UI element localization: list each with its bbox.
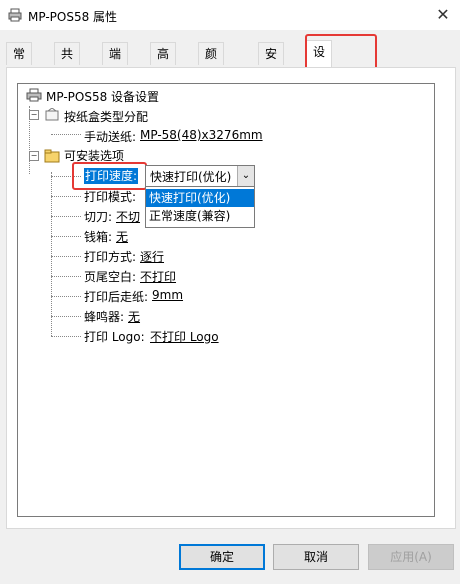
chevron-down-icon[interactable]: ⌄: [237, 166, 254, 186]
feed-after-print-value[interactable]: 9mm: [152, 288, 183, 302]
print-method-value[interactable]: 逐行: [140, 248, 164, 265]
tab-general[interactable]: 常规: [6, 42, 33, 83]
printer-icon: [26, 88, 42, 102]
tree-line: [51, 256, 81, 257]
print-method-label: 打印方式:: [84, 250, 137, 264]
options-folder-icon: [44, 149, 60, 163]
paper-tray-icon: [45, 108, 59, 121]
title-bar: MP-POS58 属性 ✕: [0, 0, 460, 30]
print-logo-label: 打印 Logo:: [84, 330, 145, 344]
tab-color-management[interactable]: 颜色管理: [198, 42, 225, 127]
tree-line: [51, 134, 81, 135]
tree-line: [51, 316, 81, 317]
print-speed-select[interactable]: 快速打印(优化) ⌄: [145, 165, 255, 187]
footer-blank-label: 页尾空白:: [84, 270, 137, 284]
ok-button[interactable]: 确定: [179, 544, 265, 570]
tree-line: [51, 196, 81, 197]
tab-advanced[interactable]: 高级: [150, 42, 177, 83]
collapse-icon[interactable]: −: [29, 110, 39, 120]
tree-paper-group: 按纸盒类型分配: [64, 110, 149, 124]
printer-icon: [8, 8, 22, 22]
tab-security[interactable]: 安全: [258, 42, 285, 83]
cutter-value[interactable]: 不切: [116, 208, 140, 225]
tree-line: [51, 276, 81, 277]
annotation-box-speed: [72, 162, 147, 190]
tree-line: [51, 336, 81, 337]
tree-line: [51, 296, 81, 297]
dropdown-option-normal[interactable]: 正常速度(兼容): [146, 207, 254, 225]
tab-ports[interactable]: 端口: [102, 42, 129, 83]
tree-line: [51, 236, 81, 237]
window-title: MP-POS58 属性: [28, 10, 118, 24]
print-speed-selected: 快速打印(优化): [150, 170, 232, 184]
apply-button[interactable]: 应用(A): [368, 544, 454, 570]
buzzer-value[interactable]: 无: [128, 308, 140, 325]
dropdown-option-fast[interactable]: 快速打印(优化): [146, 189, 254, 207]
manual-feed-value[interactable]: MP-58(48)x3276mm: [140, 128, 263, 142]
tree-root-label: MP-POS58 设备设置: [46, 90, 160, 104]
print-logo-value[interactable]: 不打印 Logo: [150, 328, 219, 345]
close-button[interactable]: ✕: [430, 4, 456, 26]
buzzer-label: 蜂鸣器:: [84, 310, 125, 324]
feed-after-print-label: 打印后走纸:: [84, 290, 149, 304]
properties-dialog: MP-POS58 属性 ✕ 常规 共享 端口 高级 颜色管理 安全 设备设置: [0, 0, 460, 584]
close-icon: ✕: [436, 5, 450, 24]
tree-line: [51, 216, 81, 217]
print-mode-label: 打印模式:: [84, 190, 137, 204]
cash-drawer-label: 钱箱:: [84, 230, 113, 244]
manual-feed-label: 手动送纸:: [84, 130, 137, 144]
cancel-button[interactable]: 取消: [273, 544, 359, 570]
tab-sharing[interactable]: 共享: [54, 42, 81, 83]
cash-drawer-value[interactable]: 无: [116, 228, 128, 245]
footer-blank-value[interactable]: 不打印: [140, 268, 176, 285]
print-speed-dropdown[interactable]: 快速打印(优化) 正常速度(兼容): [145, 186, 255, 228]
cutter-label: 切刀:: [84, 210, 113, 224]
collapse-icon[interactable]: −: [29, 151, 39, 161]
